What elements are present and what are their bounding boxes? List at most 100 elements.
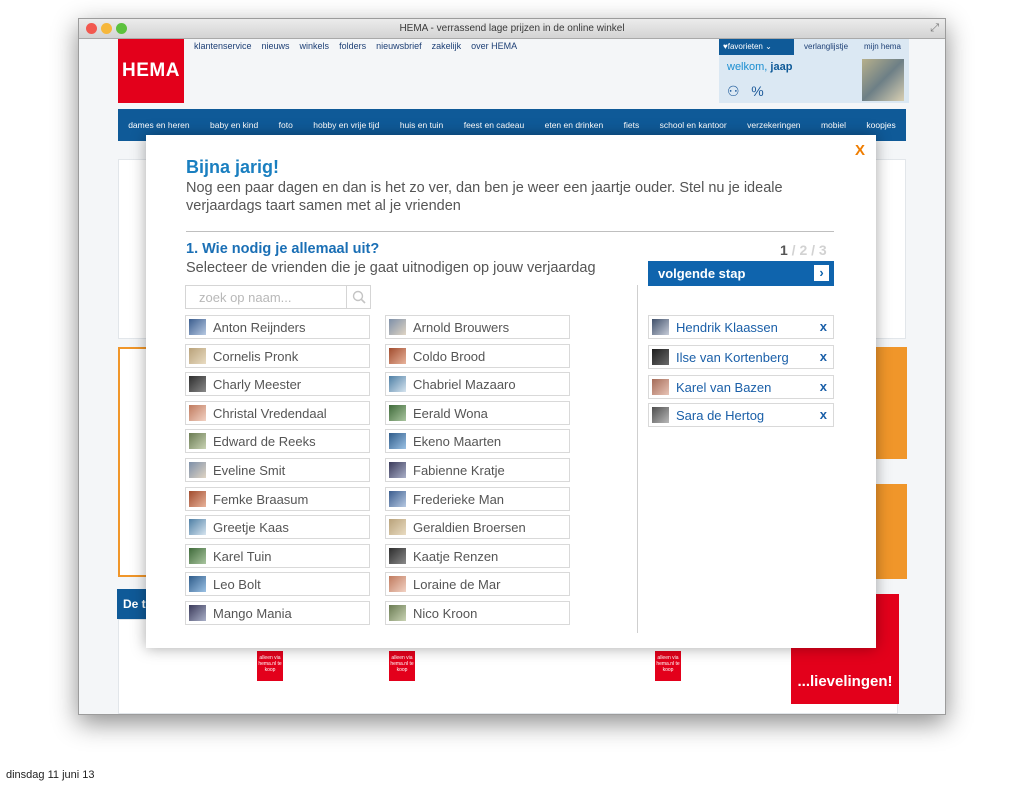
friend-item[interactable]: Frederieke Man <box>385 486 570 511</box>
category-hobby[interactable]: hobby en vrije tijd <box>310 120 382 130</box>
selected-friend-name: Ilse van Kortenberg <box>676 350 789 365</box>
selected-friend-avatar <box>652 379 669 395</box>
welcome-prefix: welkom, <box>727 61 768 73</box>
friend-name: Geraldien Broersen <box>413 520 526 536</box>
modal-intro: Nog een paar dagen en dan is het zo ver,… <box>186 180 783 214</box>
friend-item[interactable]: Leo Bolt <box>185 572 370 597</box>
friend-item[interactable]: Arnold Brouwers <box>385 315 570 339</box>
wishlist-link[interactable]: verlanglijstje <box>804 42 848 51</box>
topnav-nieuwsbrief[interactable]: nieuwsbrief <box>376 41 422 51</box>
friend-item[interactable]: Charly Meester <box>185 372 370 397</box>
friend-item[interactable]: Geraldien Broersen <box>385 515 570 540</box>
next-step-button[interactable]: volgende stap › <box>648 261 834 286</box>
category-dames-en-heren[interactable]: dames en heren <box>125 120 192 130</box>
friend-avatar <box>189 519 206 536</box>
category-feest[interactable]: feest en cadeau <box>461 120 528 130</box>
user-icon[interactable]: ⚇ <box>727 83 740 99</box>
close-modal-button[interactable]: X <box>855 142 865 159</box>
divider <box>186 231 834 232</box>
friend-name: Femke Braasum <box>213 491 309 507</box>
friend-item[interactable]: Coldo Brood <box>385 343 570 368</box>
window-title: HEMA - verrassend lage prijzen in de onl… <box>399 23 625 34</box>
category-verzekeringen[interactable]: verzekeringen <box>744 120 803 130</box>
friend-avatar <box>389 319 406 335</box>
search-input[interactable] <box>186 286 346 308</box>
friend-item[interactable]: Anton Reijnders <box>185 315 370 339</box>
topnav-klantenservice[interactable]: klantenservice <box>194 41 252 51</box>
friend-name: Eveline Smit <box>213 463 286 478</box>
selected-friend: Hendrik Klaassen x <box>648 315 834 339</box>
category-foto[interactable]: foto <box>276 120 296 130</box>
friend-name: Fabienne Kratje <box>413 463 505 478</box>
discount-icon[interactable]: % <box>751 83 763 99</box>
selected-friend-avatar <box>652 319 669 335</box>
friend-item[interactable]: Eerald Wona <box>385 400 570 425</box>
friend-item[interactable]: Eveline Smit <box>185 458 370 482</box>
friend-item[interactable]: Karel Tuin <box>185 543 370 568</box>
birthday-modal: X Bijna jarig! Nog een paar dagen en dan… <box>146 135 876 648</box>
category-school[interactable]: school en kantoor <box>657 120 730 130</box>
remove-friend-button[interactable]: x <box>820 407 827 422</box>
topnav-folders[interactable]: folders <box>339 41 366 51</box>
friend-item[interactable]: Greetje Kaas <box>185 515 370 540</box>
friend-item[interactable]: Kaatje Renzen <box>385 543 570 568</box>
friend-avatar <box>189 347 206 364</box>
friend-name: Mango Mania <box>213 606 292 621</box>
category-huis-en-tuin[interactable]: huis en tuin <box>397 120 446 130</box>
fullscreen-icon[interactable]: ⤢ <box>930 22 939 35</box>
friend-item[interactable]: Cornelis Pronk <box>185 343 370 368</box>
friend-item[interactable]: Mango Mania <box>185 601 370 625</box>
modal-title: Bijna jarig! <box>186 157 280 177</box>
friend-item[interactable]: Fabienne Kratje <box>385 458 570 482</box>
step-counter: 1 / 2 / 3 <box>780 242 827 258</box>
friend-avatar <box>189 319 206 335</box>
category-fiets[interactable]: fiets <box>621 120 643 130</box>
friend-item[interactable]: Femke Braasum <box>185 486 370 511</box>
friend-item[interactable]: Edward de Reeks <box>185 429 370 454</box>
chevron-right-icon: › <box>814 265 829 281</box>
friend-name: Ekeno Maarten <box>413 434 502 450</box>
friend-avatar <box>189 490 206 507</box>
friend-name: Anton Reijnders <box>213 320 306 335</box>
selected-friend: Karel van Bazen x <box>648 375 834 399</box>
friend-avatar <box>189 462 206 478</box>
friend-avatar <box>189 433 206 450</box>
search-icon[interactable] <box>346 286 370 308</box>
topnav-over-hema[interactable]: over HEMA <box>471 41 517 51</box>
friend-item[interactable]: Loraine de Mar <box>385 572 570 597</box>
friend-avatar <box>389 433 406 450</box>
friend-name: Christal Vredendaal <box>213 405 327 421</box>
topnav-zakelijk[interactable]: zakelijk <box>432 41 462 51</box>
top-navigation: klantenservice nieuws winkels folders ni… <box>194 41 517 51</box>
remove-friend-button[interactable]: x <box>820 319 827 334</box>
friend-avatar <box>189 404 206 421</box>
friend-avatar <box>389 347 406 364</box>
category-koopjes[interactable]: koopjes <box>863 120 898 130</box>
friend-item[interactable]: Chabriel Mazaaro <box>385 372 570 397</box>
hema-logo[interactable]: HEMA <box>118 39 184 103</box>
friend-name: Kaatje Renzen <box>413 548 499 564</box>
friend-name: Frederieke Man <box>413 491 505 507</box>
friend-name: Nico Kroon <box>413 606 478 621</box>
remove-friend-button[interactable]: x <box>820 379 827 394</box>
step-subtitle: Selecteer de vrienden die je gaat uitnod… <box>186 260 596 276</box>
remove-friend-button[interactable]: x <box>820 349 827 364</box>
topnav-nieuws[interactable]: nieuws <box>262 41 290 51</box>
slide-date: dinsdag 11 juni 13 <box>6 769 95 781</box>
step-rest: / 2 / 3 <box>787 242 827 258</box>
category-mobiel[interactable]: mobiel <box>818 120 849 130</box>
favorites-dropdown[interactable]: ♥favorieten ⌄ <box>719 39 794 55</box>
selected-friend-name: Karel van Bazen <box>676 380 772 395</box>
friend-avatar <box>389 519 406 536</box>
friend-item[interactable]: Nico Kroon <box>385 601 570 625</box>
category-baby-en-kind[interactable]: baby en kind <box>207 120 261 130</box>
friend-item[interactable]: Christal Vredendaal <box>185 400 370 425</box>
category-eten[interactable]: eten en drinken <box>542 120 607 130</box>
friend-name: Karel Tuin <box>213 548 272 564</box>
promo-tag-1: alleen via hema.nl te koop <box>257 651 283 681</box>
topnav-winkels[interactable]: winkels <box>300 41 330 51</box>
friend-avatar <box>389 404 406 421</box>
friend-avatar <box>389 490 406 507</box>
friend-item[interactable]: Ekeno Maarten <box>385 429 570 454</box>
my-hema-link[interactable]: mijn hema <box>864 42 901 51</box>
